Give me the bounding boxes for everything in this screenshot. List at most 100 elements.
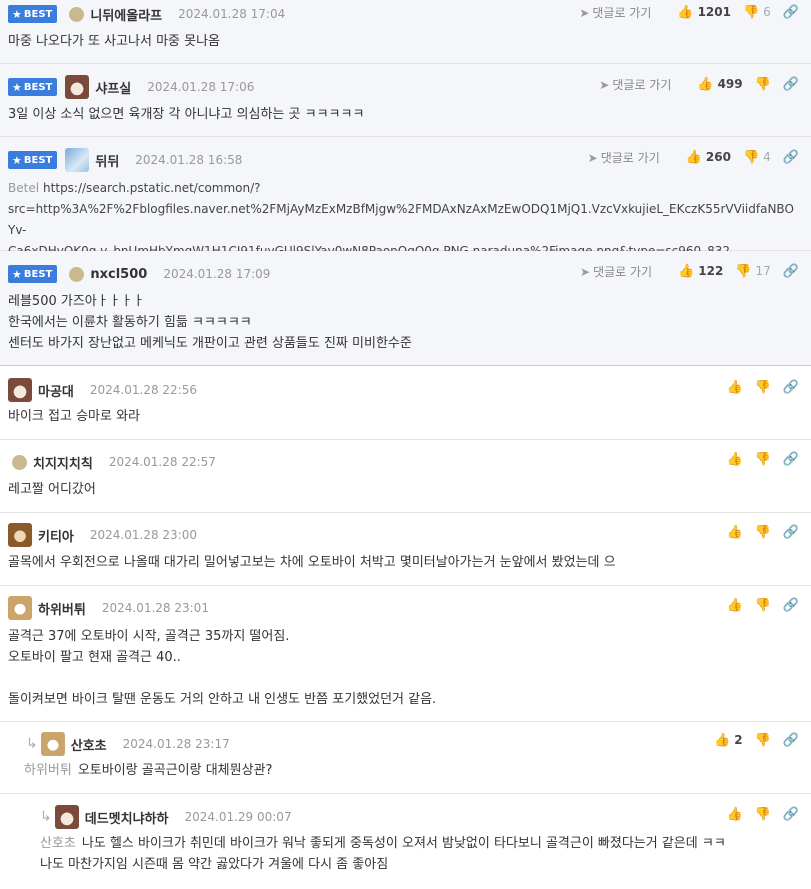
link-button[interactable]: 🔗 bbox=[783, 453, 799, 466]
downvote-button[interactable]: 👎 bbox=[755, 453, 771, 466]
best-badge: ★ BEST bbox=[8, 78, 58, 96]
link-button[interactable]: 🔗 bbox=[783, 6, 799, 19]
downvote-button[interactable]: 👎 bbox=[755, 381, 771, 394]
link-button[interactable]: 🔗 bbox=[783, 734, 799, 747]
downvote-button[interactable]: 👎 bbox=[755, 526, 771, 539]
link-button[interactable]: 🔗 bbox=[783, 151, 799, 164]
avatar[interactable] bbox=[69, 266, 85, 282]
thumbs-down-icon: 👎 bbox=[742, 149, 760, 165]
timestamp: 2024.01.28 23:01 bbox=[101, 601, 209, 615]
avatar[interactable] bbox=[65, 148, 90, 172]
mention[interactable]: 산호초 bbox=[40, 836, 76, 851]
comment-text: 오토바이랑 골곡근이랑 대체뭔상관? bbox=[77, 763, 273, 778]
link-button[interactable]: 🔗 bbox=[783, 381, 799, 394]
upvote-button[interactable]: 👍 bbox=[726, 808, 742, 821]
comment: 키티아 2024.01.28 23:00 👍 👎 🔗 골목에서 우회전으로 나올… bbox=[0, 513, 811, 586]
upvote-button[interactable]: 👍 260 bbox=[686, 150, 731, 164]
upvote-button[interactable]: 👍 1201 bbox=[677, 5, 731, 19]
comment-text: 나도 마찬가지임 시즌때 몸 약간 곯았다가 겨울에 다시 좀 좋아짐 bbox=[40, 857, 389, 872]
thumbs-down-icon: 👎 bbox=[742, 4, 760, 20]
nickname[interactable]: 산호초 bbox=[71, 735, 107, 754]
avatar[interactable] bbox=[54, 805, 79, 829]
thumbs-up-icon: 👍 bbox=[726, 524, 743, 540]
send-icon: ➤ bbox=[599, 77, 610, 92]
best-comment: ★ BEST 샤프실 2024.01.28 17:06 ➤ 댓글로 가기 👍 499 … bbox=[0, 64, 811, 137]
comment: 치지지치칙 2024.01.28 22:57 👍 👎 🔗 레고짤 어디갔어 bbox=[0, 440, 811, 513]
downvote-button[interactable]: 👎 bbox=[755, 599, 771, 612]
link-icon: 🔗 bbox=[782, 451, 799, 467]
go-to-comment-link[interactable]: ➤ 댓글로 가기 bbox=[588, 149, 660, 166]
comment-link[interactable]: src=http%3A%2F%2Fblogfiles.naver.net%2FM… bbox=[8, 199, 799, 241]
link-icon: 🔗 bbox=[782, 732, 799, 748]
nickname[interactable]: 데드멧치냐하하 bbox=[85, 808, 169, 827]
link-button[interactable]: 🔗 bbox=[783, 265, 799, 278]
timestamp: 2024.01.28 22:56 bbox=[89, 383, 197, 397]
comment-text: 돌이켜보면 바이크 탈땐 운동도 거의 안하고 내 인생도 반쯤 포기했었던거 … bbox=[8, 692, 437, 707]
link-icon: 🔗 bbox=[782, 524, 799, 540]
nickname[interactable]: 니뒤에올라프 bbox=[90, 5, 162, 24]
avatar[interactable] bbox=[65, 75, 90, 99]
thumbs-up-icon: 👍 bbox=[677, 4, 694, 20]
avatar[interactable] bbox=[69, 6, 85, 22]
nickname[interactable]: 치지지치칙 bbox=[33, 453, 93, 472]
thumbs-up-icon: 👍 bbox=[726, 451, 743, 467]
downvote-button[interactable]: 👎 bbox=[755, 78, 771, 91]
thumbs-down-icon: 👎 bbox=[754, 76, 771, 92]
upvote-button[interactable]: 👍 499 bbox=[697, 77, 742, 91]
upvote-button[interactable]: 👍 2 bbox=[714, 733, 743, 747]
link-button[interactable]: 🔗 bbox=[783, 808, 799, 821]
upvote-button[interactable]: 👍 bbox=[726, 526, 742, 539]
comment-text: 골목에서 우회전으로 나올때 대가리 밀어넣고보는 차에 오토바이 처박고 몇미… bbox=[8, 555, 616, 570]
best-comment: ★ BEST 니뒤에올라프 2024.01.28 17:04 ➤ 댓글로 가기 👍 1… bbox=[0, 0, 811, 64]
upvote-button[interactable]: 👍 bbox=[726, 453, 742, 466]
thumbs-up-icon: 👍 bbox=[714, 732, 731, 748]
go-to-comment-link[interactable]: ➤ 댓글로 가기 bbox=[580, 263, 652, 280]
avatar[interactable] bbox=[8, 523, 32, 547]
timestamp: 2024.01.28 16:58 bbox=[135, 153, 243, 167]
thumbs-down-icon: 👎 bbox=[754, 451, 771, 467]
nickname[interactable]: 하위버튀 bbox=[38, 599, 86, 618]
comment-link[interactable]: https://search.pstatic.net/common/? bbox=[43, 181, 260, 195]
nickname[interactable]: nxcl500 bbox=[90, 267, 147, 282]
nickname[interactable]: 샤프실 bbox=[95, 78, 131, 97]
upvote-button[interactable]: 👍 bbox=[726, 599, 742, 612]
timestamp: 2024.01.28 17:09 bbox=[163, 267, 271, 281]
link-button[interactable]: 🔗 bbox=[783, 599, 799, 612]
go-to-comment-link[interactable]: ➤ 댓글로 가기 bbox=[579, 4, 651, 21]
best-badge: ★ BEST bbox=[8, 151, 58, 169]
thumbs-down-icon: 👎 bbox=[754, 806, 771, 822]
thumbs-down-icon: 👎 bbox=[754, 524, 771, 540]
timestamp: 2024.01.28 17:06 bbox=[147, 80, 255, 94]
reply-arrow-icon: ↳ bbox=[40, 809, 52, 825]
comment-text: 센터도 바가지 장난없고 메케닉도 개판이고 관련 상품들도 진짜 미비한수준 bbox=[8, 336, 412, 351]
thumbs-down-icon: 👎 bbox=[735, 263, 752, 279]
link-button[interactable]: 🔗 bbox=[783, 526, 799, 539]
nickname[interactable]: 키티아 bbox=[38, 526, 74, 545]
downvote-button[interactable]: 👎 4 bbox=[743, 150, 771, 164]
upvote-button[interactable]: 👍 122 bbox=[678, 264, 723, 278]
avatar[interactable] bbox=[12, 454, 27, 470]
thumbs-down-icon: 👎 bbox=[754, 379, 771, 395]
star-icon: ★ bbox=[12, 7, 22, 21]
thumbs-up-icon: 👍 bbox=[697, 76, 714, 92]
nickname[interactable]: 뒤뒤 bbox=[95, 151, 119, 170]
avatar[interactable] bbox=[8, 596, 32, 620]
mention[interactable]: 하위버튀 bbox=[24, 763, 72, 778]
timestamp: 2024.01.28 23:17 bbox=[122, 737, 230, 751]
downvote-button[interactable]: 👎 6 bbox=[743, 5, 771, 19]
downvote-button[interactable]: 👎 bbox=[755, 808, 771, 821]
go-to-comment-link[interactable]: ➤ 댓글로 가기 bbox=[599, 76, 671, 93]
upvote-button[interactable]: 👍 bbox=[726, 381, 742, 394]
best-badge: ★ BEST bbox=[8, 265, 58, 283]
link-button[interactable]: 🔗 bbox=[783, 78, 799, 91]
reply-comment: ↳ 데드멧치냐하하 2024.01.29 00:07 👍 👎 🔗 산호초 나도 헬… bbox=[0, 794, 811, 889]
avatar[interactable] bbox=[8, 378, 32, 402]
downvote-button[interactable]: 👎 bbox=[755, 734, 771, 747]
downvote-button[interactable]: 👎 17 bbox=[735, 264, 770, 278]
avatar[interactable] bbox=[40, 732, 65, 756]
comment-text: 마중 나오다가 또 사고나서 마중 못나옴 bbox=[8, 34, 221, 49]
timestamp: 2024.01.28 22:57 bbox=[108, 455, 216, 469]
best-comment: ★ BEST nxcl500 2024.01.28 17:09 ➤ 댓글로 가기 👍… bbox=[0, 251, 811, 366]
nickname[interactable]: 마공대 bbox=[38, 381, 74, 400]
best-badge: ★ BEST bbox=[8, 5, 58, 23]
